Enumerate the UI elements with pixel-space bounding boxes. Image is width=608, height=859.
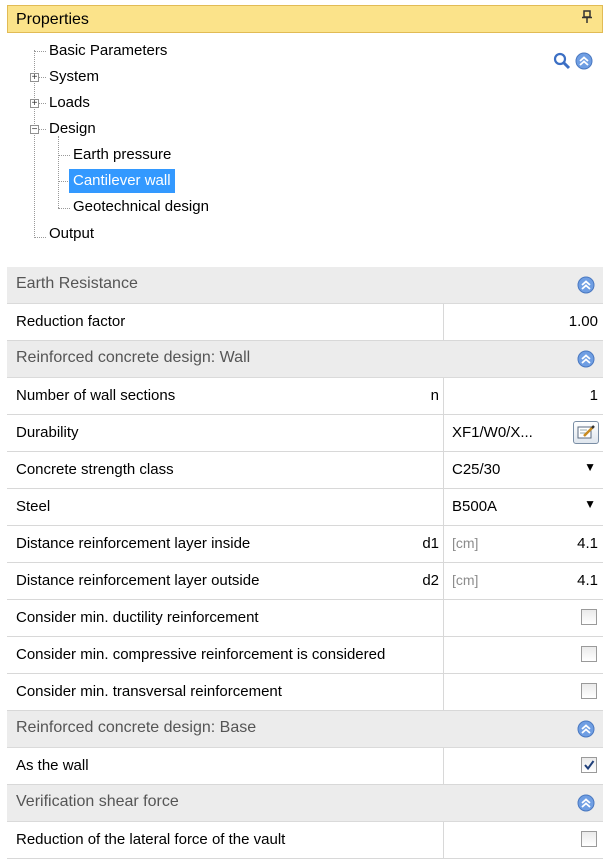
property-row-d-inside: Distance reinforcement layer inside d1 [… <box>7 526 603 563</box>
tree-line <box>58 136 59 208</box>
expand-loads-icon[interactable]: + <box>30 99 39 109</box>
reduction-lateral-cell <box>443 822 604 858</box>
category-rc-base[interactable]: Reinforced concrete design: Base <box>7 711 603 748</box>
pin-icon[interactable] <box>581 10 593 27</box>
property-grid: Earth Resistance Reduction factor 1.00 R… <box>7 267 603 859</box>
dropdown-arrow-icon[interactable]: ▼ <box>584 460 596 474</box>
tree-line <box>58 208 70 209</box>
tree-item-system[interactable]: System <box>49 65 99 89</box>
category-title: Earth Resistance <box>16 275 138 292</box>
tree-item-cantilever-wall[interactable]: Cantilever wall <box>69 169 175 193</box>
property-label: Distance reinforcement layer outside <box>16 572 260 589</box>
tree-line <box>34 51 46 52</box>
property-row-reduction-factor: Reduction factor 1.00 <box>7 304 603 341</box>
reduction-lateral-checkbox[interactable] <box>581 831 597 847</box>
property-label: Number of wall sections <box>16 387 176 404</box>
property-label: Steel <box>16 498 51 515</box>
category-earth-resistance[interactable]: Earth Resistance <box>7 267 603 304</box>
tree-line <box>39 103 46 104</box>
property-row-min-transversal: Consider min. transversal reinforcement <box>7 674 603 711</box>
property-row-as-the-wall: As the wall <box>7 748 603 785</box>
property-row-steel: Steel B500A ▼ <box>7 489 603 526</box>
search-icon[interactable] <box>553 52 571 70</box>
reduction-factor-field[interactable]: 1.00 <box>443 304 604 340</box>
expand-system-icon[interactable]: + <box>30 73 39 83</box>
as-the-wall-checkbox[interactable] <box>581 757 597 773</box>
unit-label: [cm] <box>452 535 479 551</box>
durability-field[interactable]: XF1/W0/X... <box>443 415 604 451</box>
as-the-wall-cell <box>443 748 604 784</box>
navigator-tree: + + − Basic Parameters System Loads Desi… <box>7 34 603 262</box>
edit-icon <box>577 425 595 439</box>
panel-title: Properties <box>16 11 89 28</box>
property-value: B500A <box>452 498 498 515</box>
property-row-durability: Durability XF1/W0/X... <box>7 415 603 452</box>
collapse-design-icon[interactable]: − <box>30 125 39 135</box>
min-ductility-cell <box>443 600 604 636</box>
tree-item-design[interactable]: Design <box>49 117 96 141</box>
edit-durability-button[interactable] <box>573 421 599 444</box>
properties-title-bar: Properties <box>7 5 603 33</box>
property-value: 1.00 <box>568 313 598 330</box>
tree-line <box>34 237 46 238</box>
property-label: Consider min. compressive reinforcement … <box>16 646 386 663</box>
tree-item-earth-pressure[interactable]: Earth pressure <box>73 143 171 167</box>
property-row-wall-sections: Number of wall sections n 1 <box>7 378 603 415</box>
property-label: Consider min. transversal reinforcement <box>16 683 282 700</box>
property-value: 4.1 <box>577 572 598 589</box>
category-title: Reinforced concrete design: Wall <box>16 349 251 366</box>
category-shear[interactable]: Verification shear force <box>7 785 603 822</box>
property-symbol: d1 <box>422 535 439 552</box>
property-symbol: n <box>430 387 439 404</box>
tree-line <box>39 77 46 78</box>
property-label: As the wall <box>16 757 89 774</box>
steel-select[interactable]: B500A ▼ <box>443 489 604 525</box>
collapse-section-icon[interactable] <box>577 276 595 294</box>
property-label: Concrete strength class <box>16 461 174 478</box>
property-row-d-outside: Distance reinforcement layer outside d2 … <box>7 563 603 600</box>
collapse-section-icon[interactable] <box>577 794 595 812</box>
category-title: Reinforced concrete design: Base <box>16 719 257 736</box>
category-title: Verification shear force <box>16 793 179 810</box>
property-label: Reduction of the lateral force of the va… <box>16 831 286 848</box>
concrete-class-select[interactable]: C25/30 ▼ <box>443 452 604 488</box>
property-value: 1 <box>589 387 598 404</box>
min-ductility-checkbox[interactable] <box>581 609 597 625</box>
wall-sections-field[interactable]: 1 <box>443 378 604 414</box>
checkmark-icon <box>584 760 595 771</box>
tree-item-loads[interactable]: Loads <box>49 91 90 115</box>
dropdown-arrow-icon[interactable]: ▼ <box>584 497 596 511</box>
d-outside-field[interactable]: [cm] 4.1 <box>443 563 604 599</box>
d-inside-field[interactable]: [cm] 4.1 <box>443 526 604 562</box>
property-row-min-ductility: Consider min. ductility reinforcement <box>7 600 603 637</box>
property-label: Distance reinforcement layer inside <box>16 535 251 552</box>
property-symbol: d2 <box>422 572 439 589</box>
property-label: Consider min. ductility reinforcement <box>16 609 259 626</box>
property-value: C25/30 <box>452 461 501 478</box>
collapse-all-icon[interactable] <box>575 52 593 70</box>
property-label: Durability <box>16 424 79 441</box>
min-compressive-checkbox[interactable] <box>581 646 597 662</box>
property-row-concrete-class: Concrete strength class C25/30 ▼ <box>7 452 603 489</box>
min-transversal-checkbox[interactable] <box>581 683 597 699</box>
min-transversal-cell <box>443 674 604 710</box>
collapse-section-icon[interactable] <box>577 350 595 368</box>
tree-line <box>58 155 70 156</box>
unit-label: [cm] <box>452 572 479 588</box>
category-rc-wall[interactable]: Reinforced concrete design: Wall <box>7 341 603 378</box>
property-row-reduction-lateral: Reduction of the lateral force of the va… <box>7 822 603 859</box>
collapse-section-icon[interactable] <box>577 720 595 738</box>
min-compressive-cell <box>443 637 604 673</box>
tree-item-output[interactable]: Output <box>49 222 94 246</box>
tree-item-geotechnical-design[interactable]: Geotechnical design <box>73 195 209 219</box>
tree-item-basic-parameters[interactable]: Basic Parameters <box>49 39 167 63</box>
property-value: 4.1 <box>577 535 598 552</box>
tree-line <box>39 129 46 130</box>
property-label: Reduction factor <box>16 313 126 330</box>
property-value: XF1/W0/X... <box>452 424 533 441</box>
property-row-min-compressive: Consider min. compressive reinforcement … <box>7 637 603 674</box>
